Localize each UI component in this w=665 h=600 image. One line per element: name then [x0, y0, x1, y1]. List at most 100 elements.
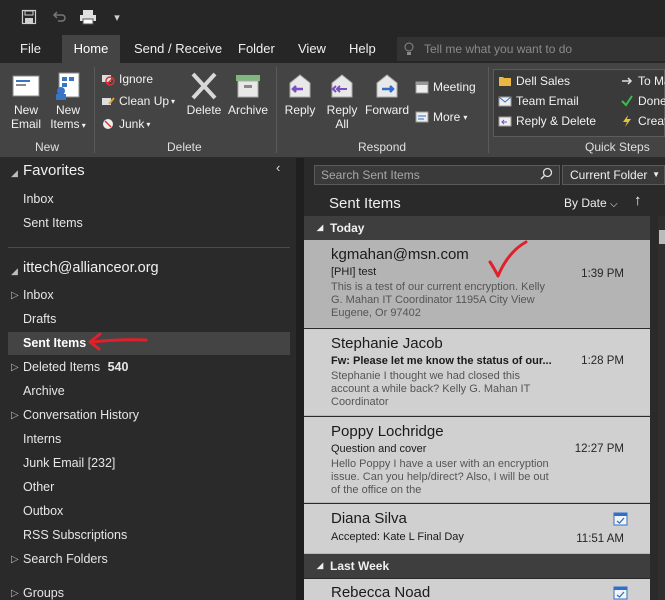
message-sender: Poppy Lochridge: [331, 423, 444, 440]
reply-button[interactable]: Reply: [281, 71, 319, 117]
tab-view[interactable]: View: [288, 35, 336, 63]
reply-icon: [289, 74, 311, 98]
tab-file[interactable]: File: [10, 35, 51, 63]
new-email-button[interactable]: New Email: [6, 71, 46, 131]
new-email-icon: [12, 75, 40, 97]
message-time: 1:39 PM: [581, 268, 624, 280]
search-input[interactable]: Search Sent Items: [314, 165, 560, 185]
sort-direction-icon[interactable]: ↑: [634, 192, 642, 209]
tab-send-receive[interactable]: Send / Receive: [124, 35, 232, 63]
folder-outbox[interactable]: Outbox: [23, 504, 63, 518]
quick-step-dell-sales[interactable]: Dell Sales: [498, 71, 570, 91]
group-header-label: Last Week: [330, 559, 390, 573]
quick-step-create-new[interactable]: Creat: [620, 111, 665, 131]
list-title: Sent Items: [329, 195, 401, 212]
folder-deleted-items[interactable]: Deleted Items 540: [23, 360, 128, 374]
sort-by-button[interactable]: By Date ⌵: [564, 196, 618, 210]
save-icon[interactable]: [20, 8, 38, 26]
message-row[interactable]: kgmahan@msn.com [PHI] test 1:39 PM This …: [304, 240, 650, 328]
junk-button[interactable]: Junk ▾: [101, 114, 150, 134]
groups-header[interactable]: Groups: [23, 586, 64, 600]
group-separator: [276, 67, 277, 153]
message-row[interactable]: Rebecca Noad: [304, 579, 650, 600]
favorites-header[interactable]: Favorites: [23, 162, 85, 179]
folder-inbox[interactable]: Inbox: [23, 288, 54, 302]
new-items-label: New Items: [50, 103, 80, 131]
message-time: 12:27 PM: [574, 443, 624, 455]
ignore-button[interactable]: Ignore: [101, 69, 153, 89]
account-header[interactable]: ittech@allianceor.org: [23, 260, 159, 276]
tab-help[interactable]: Help: [339, 35, 386, 63]
new-items-button[interactable]: New Items ▾: [46, 71, 90, 133]
scrollbar[interactable]: [658, 216, 665, 600]
folder-search-folders[interactable]: Search Folders: [23, 552, 108, 566]
expand-search-folders-icon[interactable]: ▷: [11, 554, 19, 565]
minimize-pane-icon[interactable]: ‹: [276, 160, 280, 175]
folder-other[interactable]: Other: [23, 480, 54, 494]
message-preview: Hello Poppy I have a user with an encryp…: [331, 458, 549, 496]
expand-groups-icon[interactable]: ▷: [11, 588, 19, 599]
folder-conversation-history[interactable]: Conversation History: [23, 408, 139, 422]
message-preview: Stephanie I thought we had closed this a…: [331, 370, 531, 408]
meeting-icon: [415, 80, 429, 94]
quick-step-reply-delete[interactable]: Reply & Delete: [498, 111, 596, 131]
folder-deleted-items-label: Deleted Items: [23, 360, 101, 374]
quick-step-team-email[interactable]: Team Email: [498, 91, 579, 111]
group-header-today[interactable]: ◢ Today: [304, 216, 650, 240]
collapse-account-icon[interactable]: ◢: [11, 266, 18, 277]
clean-up-dropdown-icon: ▾: [171, 96, 176, 106]
collapse-favorites-icon[interactable]: ◢: [11, 168, 18, 179]
group-label-quick-steps: Quick Steps: [585, 140, 650, 154]
expand-conversation-history-icon[interactable]: ▷: [11, 410, 19, 421]
reply-all-button[interactable]: Reply All: [322, 71, 362, 131]
quick-step-done[interactable]: Done: [620, 91, 665, 111]
message-time: 11:51 AM: [576, 533, 624, 545]
favorite-sent-items[interactable]: Sent Items: [23, 216, 83, 230]
meeting-accepted-icon: [613, 586, 628, 600]
quick-step-to-manager[interactable]: To Ma: [620, 71, 665, 91]
group-label-respond: Respond: [358, 140, 407, 154]
quick-step-to-manager-label: To Ma: [638, 74, 665, 88]
group-separator: [94, 67, 95, 153]
archive-button[interactable]: Archive: [226, 71, 270, 117]
tab-home[interactable]: Home: [62, 35, 120, 63]
quick-step-create-new-label: Creat: [638, 114, 665, 128]
scrollbar-thumb[interactable]: [659, 230, 665, 244]
favorite-inbox[interactable]: Inbox: [23, 192, 54, 206]
expand-deleted-items-icon[interactable]: ▷: [11, 362, 19, 373]
search-scope-select[interactable]: Current Folder ▼: [562, 165, 665, 185]
message-sender: Stephanie Jacob: [331, 335, 443, 352]
message-sender: Diana Silva: [331, 510, 407, 527]
more-respond-button[interactable]: More ▾: [415, 107, 467, 127]
folder-sent-items[interactable]: Sent Items: [23, 336, 86, 350]
delete-button[interactable]: Delete: [184, 71, 224, 117]
more-label: More: [433, 110, 461, 124]
message-sender: Rebecca Noad: [331, 584, 431, 600]
customize-icon[interactable]: ▾: [108, 8, 126, 26]
expand-inbox-icon[interactable]: ▷: [11, 290, 19, 301]
print-icon[interactable]: [79, 8, 97, 26]
message-row[interactable]: Stephanie Jacob Fw: Please let me know t…: [304, 329, 650, 416]
folder-junk-email[interactable]: Junk Email [232]: [23, 456, 115, 470]
folder-rss-subscriptions[interactable]: RSS Subscriptions: [23, 528, 127, 542]
group-header-last-week[interactable]: ◢ Last Week: [304, 554, 650, 578]
message-row[interactable]: Poppy Lochridge Question and cover 12:27…: [304, 417, 650, 503]
folder-drafts[interactable]: Drafts: [23, 312, 56, 326]
folder-interns[interactable]: Interns: [23, 432, 61, 446]
message-subject: Accepted: Kate L Final Day: [331, 531, 464, 543]
folder-archive[interactable]: Archive: [23, 384, 65, 398]
collapse-group-icon: ◢: [317, 223, 324, 232]
pane-splitter[interactable]: [296, 158, 304, 600]
group-separator: [488, 67, 489, 153]
forward-button[interactable]: Forward: [363, 71, 411, 117]
tell-me-search[interactable]: Tell me what you want to do: [397, 37, 665, 61]
meeting-button[interactable]: Meeting: [415, 77, 476, 97]
reply-delete-icon: [498, 114, 512, 128]
clean-up-button[interactable]: Clean Up ▾: [101, 91, 175, 111]
ignore-icon: [101, 72, 115, 86]
tab-folder[interactable]: Folder: [228, 35, 285, 63]
search-icon[interactable]: [540, 167, 553, 185]
message-row[interactable]: Diana Silva Accepted: Kate L Final Day 1…: [304, 504, 650, 554]
undo-icon[interactable]: [50, 8, 68, 26]
ribbon-tabs: File Home Send / Receive Folder View Hel…: [0, 35, 665, 63]
